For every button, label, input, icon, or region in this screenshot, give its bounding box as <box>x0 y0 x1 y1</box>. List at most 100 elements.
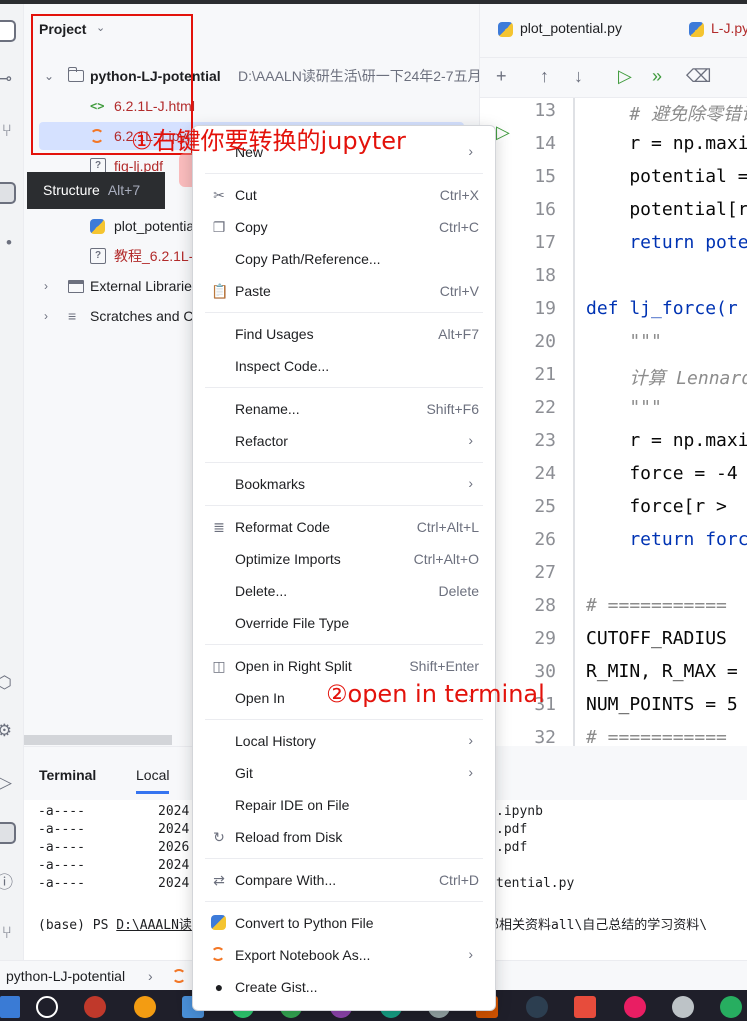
project-tool-icon[interactable] <box>0 20 16 42</box>
line-number: 23 <box>534 430 556 451</box>
menu-item-copy-path-reference[interactable]: Copy Path/Reference... <box>193 245 495 275</box>
menu-item-find-usages[interactable]: Find Usages Alt+F7 <box>193 320 495 350</box>
menu-item-inspect-code[interactable]: Inspect Code... <box>193 352 495 382</box>
menu-item-repair-ide-on-file[interactable]: Repair IDE on File <box>193 791 495 821</box>
jupyter-icon <box>211 947 225 961</box>
chevron-right-icon: › <box>468 432 473 448</box>
menu-item-shortcut: Ctrl+C <box>438 219 479 235</box>
run-gutter-icon[interactable]: ▷ <box>496 122 510 143</box>
code-editor[interactable]: ▷ 13 # 避免除零错误 14 r = np.maximum 15 potenti… <box>480 98 747 746</box>
code-line: force[r > <box>586 496 738 517</box>
menu-item-refactor[interactable]: Refactor › <box>193 427 495 457</box>
menu-item-reformat-code[interactable]: ≣ Reformat Code Ctrl+Alt+L <box>193 513 495 543</box>
commit-tool-icon[interactable]: ⊸ <box>0 68 12 90</box>
more-tools-icon[interactable]: • <box>0 232 12 254</box>
chevron-down-icon[interactable]: ⌄ <box>44 62 54 90</box>
line-number: 29 <box>534 628 556 649</box>
python-icon <box>211 915 226 930</box>
menu-item-label: Copy Path/Reference... <box>235 251 381 267</box>
terminal-mode: -a---- <box>38 840 85 855</box>
git-tool-icon[interactable]: ⑂ <box>0 922 12 944</box>
project-panel-title[interactable]: Project <box>39 21 86 37</box>
scissors-icon: ✂ <box>213 187 225 203</box>
app-icon-1[interactable] <box>84 996 106 1018</box>
tab-label: L-J.py <box>711 20 747 36</box>
code-line: return potent <box>629 232 747 253</box>
menu-item-reload-from-disk[interactable]: ↻ Reload from Disk <box>193 823 495 853</box>
terminal-mode: -a---- <box>38 876 85 891</box>
code-line: """ <box>586 331 662 352</box>
menu-item-git[interactable]: Git › <box>193 759 495 789</box>
menu-item-convert-to-python-file[interactable]: Convert to Python File <box>193 909 495 939</box>
clear-outputs-icon[interactable]: ⌫ <box>686 66 711 87</box>
menu-item-compare-with[interactable]: ⇄ Compare With... Ctrl+D <box>193 866 495 896</box>
menu-item-copy[interactable]: ❐ Copy Ctrl+C <box>193 213 495 243</box>
run-cell-icon[interactable]: ▷ <box>618 66 632 87</box>
menu-item-label: Compare With... <box>235 872 337 888</box>
python-packages-icon[interactable]: ⬡ <box>0 672 12 694</box>
windows-start-icon[interactable] <box>0 996 20 1018</box>
menu-item-label: Create Gist... <box>235 979 318 995</box>
menu-item-label: Convert to Python File <box>235 915 374 931</box>
code-line: force = -4 <box>586 463 738 484</box>
tree-file-html[interactable]: <> 6.2.1L-J.html <box>24 92 480 120</box>
reformat-icon: ≣ <box>213 519 225 535</box>
app-icon-2[interactable] <box>134 996 156 1018</box>
menu-item-open-in-right-split[interactable]: ◫ Open in Right Split Shift+Enter <box>193 652 495 682</box>
problems-tool-icon[interactable]: ⓘ <box>0 872 13 894</box>
tooltip-shortcut: Alt+7 <box>107 182 141 198</box>
tooltip-label: Structure <box>43 182 100 198</box>
run-all-icon[interactable]: » <box>652 66 662 87</box>
line-number: 24 <box>534 463 556 484</box>
structure-tool-icon[interactable] <box>0 182 16 204</box>
line-number: 28 <box>534 595 556 616</box>
line-number: 30 <box>534 661 556 682</box>
terminal-tab-title[interactable]: Terminal <box>39 767 96 783</box>
vcs-tool-icon[interactable]: ⑂ <box>0 120 12 142</box>
horizontal-scrollbar[interactable] <box>24 735 172 745</box>
menu-item-bookmarks[interactable]: Bookmarks › <box>193 470 495 500</box>
menu-item-rename[interactable]: Rename... Shift+F6 <box>193 395 495 425</box>
menu-item-delete[interactable]: Delete... Delete <box>193 577 495 607</box>
python-console-icon[interactable]: ⚙ <box>0 720 12 742</box>
menu-item-local-history[interactable]: Local History › <box>193 727 495 757</box>
app-icon-8[interactable] <box>574 996 596 1018</box>
line-number: 32 <box>534 727 556 746</box>
qq-icon[interactable] <box>526 996 548 1018</box>
menu-item-shortcut: Ctrl+Alt+L <box>416 519 479 535</box>
menu-item-create-gist[interactable]: ● Create Gist... <box>193 973 495 1003</box>
tree-root-python-lj-potential[interactable]: ⌄ python-LJ-potential D:\AAALN读研生活\研一下24… <box>24 62 482 90</box>
services-icon[interactable]: ▷ <box>0 772 12 794</box>
terminal-tab-local[interactable]: Local <box>136 767 170 794</box>
app-icon-9[interactable] <box>624 996 646 1018</box>
terminal-filename: .ipynb <box>496 804 543 819</box>
chevron-right-icon[interactable]: › <box>44 302 48 330</box>
arrow-up-icon[interactable]: ↑ <box>540 66 549 87</box>
terminal-prompt[interactable]: (base) PS D:\AAALN读 部相关资料all\自己总结的学习资料\ <box>38 914 707 933</box>
chevron-right-icon[interactable]: › <box>44 272 48 300</box>
avatar-icon[interactable] <box>672 996 694 1018</box>
line-number: 14 <box>534 133 556 154</box>
search-icon[interactable] <box>36 996 58 1018</box>
chevron-right-icon: › <box>468 475 473 491</box>
menu-item-export-notebook-as[interactable]: Export Notebook As... › <box>193 941 495 971</box>
terminal-date: 2026 <box>158 840 190 855</box>
breadcrumb-project[interactable]: python-LJ-potential <box>6 961 125 991</box>
menu-item-override-file-type[interactable]: Override File Type <box>193 609 495 639</box>
line-number: 19 <box>534 298 556 319</box>
file-name: 6.2.1L-J.html <box>114 98 195 114</box>
add-icon[interactable]: + <box>496 66 507 87</box>
copy-icon: ❐ <box>212 219 226 235</box>
terminal-tool-icon[interactable] <box>0 822 16 844</box>
python-icon <box>90 219 105 234</box>
wechat-icon[interactable] <box>720 996 742 1018</box>
library-icon <box>68 280 84 293</box>
editor-toolbar: + ↑ ↓ ▷ » ⌫ <box>480 58 747 98</box>
chevron-down-icon[interactable]: ⌄ <box>96 21 105 34</box>
chevron-right-icon: › <box>468 764 473 780</box>
line-number: 20 <box>534 331 556 352</box>
menu-item-optimize-imports[interactable]: Optimize Imports Ctrl+Alt+O <box>193 545 495 575</box>
menu-item-cut[interactable]: ✂ Cut Ctrl+X <box>193 181 495 211</box>
arrow-down-icon[interactable]: ↓ <box>574 66 583 87</box>
menu-item-paste[interactable]: 📋 Paste Ctrl+V <box>193 277 495 307</box>
